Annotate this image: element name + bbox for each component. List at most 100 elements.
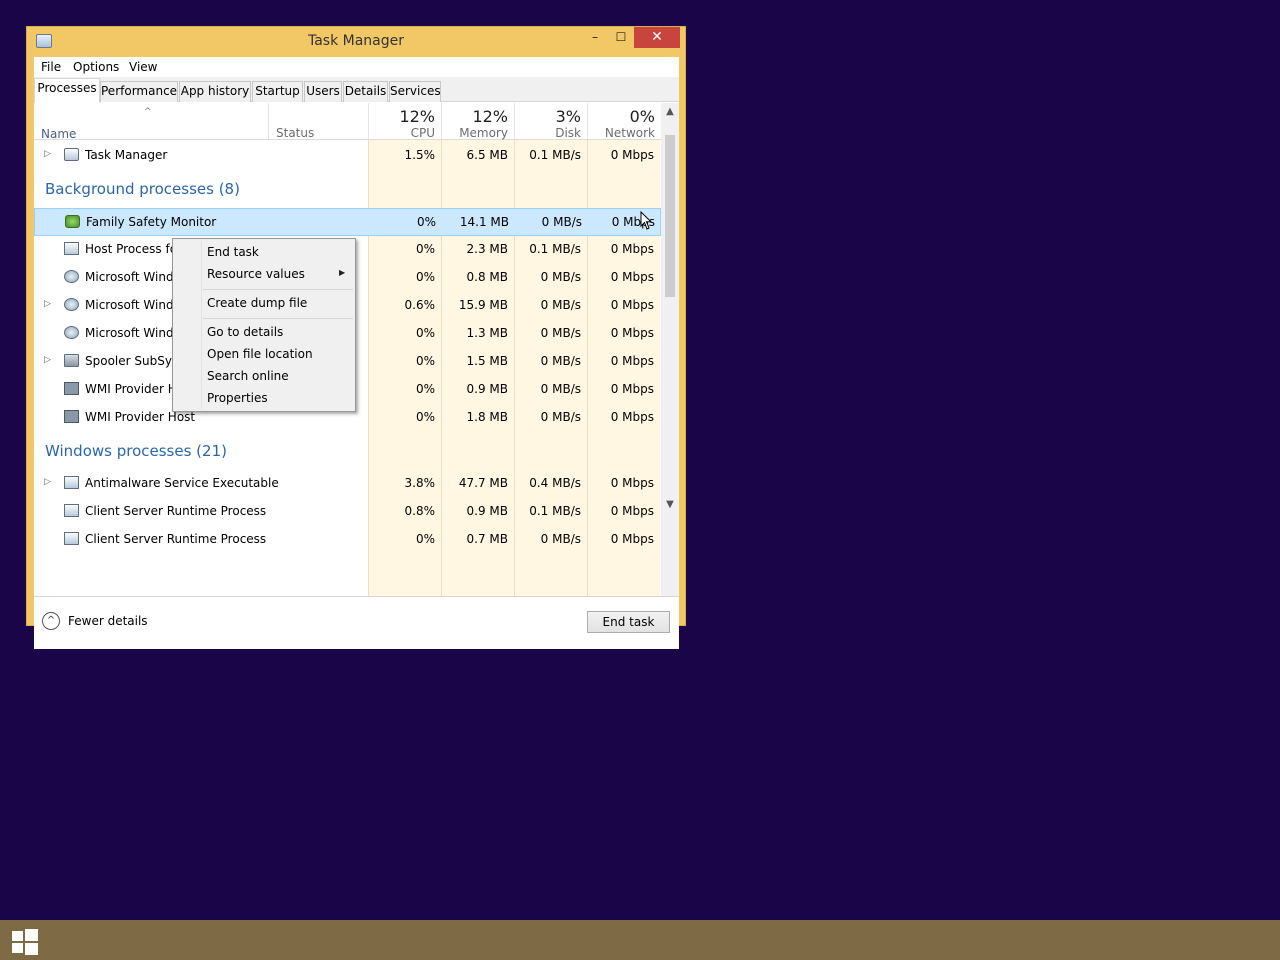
menu-properties[interactable]: Properties [207,391,268,405]
vertical-scrollbar[interactable]: ▲ ▼ [661,103,679,596]
group-background-processes[interactable]: Background processes (8) [45,180,240,198]
disk-value: 0 MB/s [541,215,582,229]
minimize-button[interactable]: – [582,27,608,48]
disk-value: 0.1 MB/s [529,504,581,518]
disk-total: 3% [555,107,581,126]
network-value: 0 Mbps [610,354,654,368]
tab-app-history[interactable]: App history [179,81,251,102]
tab-startup[interactable]: Startup [252,81,303,102]
wmi-icon [64,382,79,395]
disk-value: 0.1 MB/s [529,242,581,256]
memory-value: 14.1 MB [459,215,509,229]
memory-value: 0.7 MB [466,532,508,546]
menu-open-file-location[interactable]: Open file location [207,347,313,361]
table-row-selected[interactable]: Family Safety Monitor 0% 14.1 MB 0 MB/s … [34,208,661,236]
process-name: Host Process for [85,242,182,256]
menu-resource-values[interactable]: Resource values [207,267,305,281]
cpu-value: 0% [415,270,435,284]
memory-value: 0.9 MB [466,382,508,396]
header-memory[interactable]: 12% Memory [441,103,514,140]
network-value: 0 Mbps [610,410,654,424]
process-grid: ^ Name Status 12% CPU 12% Memory 3% Disk [34,103,679,596]
memory-value: 1.3 MB [466,326,508,340]
end-task-button[interactable]: End task [587,611,670,633]
disk-value: 0 MB/s [540,532,581,546]
header-name[interactable]: Name [41,127,76,141]
menu-separator [203,289,353,290]
header-cpu[interactable]: 12% CPU [368,103,441,140]
disk-value: 0 MB/s [540,270,581,284]
cpu-value: 0% [415,410,435,424]
cpu-value: 0% [415,326,435,340]
network-value: 0 Mbps [610,504,654,518]
taskbar [0,920,1280,960]
scroll-down-icon[interactable]: ▼ [661,496,679,514]
table-row[interactable]: Client Server Runtime Process 0.8% 0.9 M… [34,498,661,526]
scroll-up-icon[interactable]: ▲ [661,103,679,121]
disk-value: 0 MB/s [540,382,581,396]
menu-end-task[interactable]: End task [207,245,259,259]
cpu-total: 12% [399,107,435,126]
process-name: Microsoft Windo [85,326,181,340]
footer-bar: ^ Fewer details End task [34,596,679,649]
close-button[interactable]: ✕ [634,27,680,48]
tab-performance[interactable]: Performance [100,81,178,102]
disk-value: 0.1 MB/s [529,148,581,162]
table-row[interactable]: Client Server Runtime Process 0% 0.7 MB … [34,526,661,554]
menu-go-to-details[interactable]: Go to details [207,325,283,339]
memory-value: 15.9 MB [458,298,508,312]
printer-icon [64,354,79,367]
menu-bar: File Options View [34,57,679,77]
expand-arrow-icon[interactable]: ▷ [44,477,51,487]
menu-search-online[interactable]: Search online [207,369,289,383]
group-windows-processes[interactable]: Windows processes (21) [45,442,227,460]
network-label: Network [604,126,655,140]
scrollbar-thumb[interactable] [665,135,675,297]
service-icon [64,326,79,339]
process-name: Microsoft Windo [85,298,181,312]
tab-services[interactable]: Services [389,81,441,102]
column-header-row: ^ Name Status 12% CPU 12% Memory 3% Disk [34,103,661,141]
maximize-button[interactable]: ☐ [608,27,634,48]
memory-value: 2.3 MB [466,242,508,256]
disk-value: 0 MB/s [540,410,581,424]
fewer-details-link[interactable]: Fewer details [68,614,148,628]
header-network[interactable]: 0% Network [587,103,661,140]
menu-file[interactable]: File [41,60,61,74]
process-name: Task Manager [85,148,168,162]
memory-label: Memory [459,126,508,140]
table-row[interactable]: ▷ Task Manager 1.5% 6.5 MB 0.1 MB/s 0 Mb… [34,142,661,170]
app-window-icon [64,532,79,545]
menu-view[interactable]: View [129,60,157,74]
cpu-value: 3.8% [404,476,436,490]
menu-gutter [201,241,202,409]
cpu-value: 0.6% [404,298,436,312]
windows-start-icon[interactable] [12,929,38,955]
menu-options[interactable]: Options [73,60,119,74]
chevron-up-icon[interactable]: ^ [42,612,60,630]
expand-arrow-icon[interactable]: ▷ [44,355,51,365]
network-value: 0 Mbps [610,532,654,546]
memory-value: 47.7 MB [458,476,508,490]
process-name: Client Server Runtime Process [85,532,267,546]
tab-processes[interactable]: Processes [34,78,100,103]
app-window-icon [64,476,79,489]
tab-strip: Processes Performance App history Startu… [34,77,679,103]
menu-create-dump-file[interactable]: Create dump file [207,296,307,310]
cpu-value: 0% [415,354,435,368]
title-bar[interactable]: Task Manager – ☐ ✕ [27,27,685,57]
app-window-icon [64,242,79,255]
expand-arrow-icon[interactable]: ▷ [44,149,51,159]
memory-total: 12% [472,107,508,126]
cpu-value: 0% [415,242,435,256]
table-row[interactable]: ▷ Antimalware Service Executable 3.8% 47… [34,470,661,498]
process-name: Client Server Runtime Process [85,504,267,518]
header-disk[interactable]: 3% Disk [514,103,587,140]
header-status-col[interactable]: Status [268,103,368,140]
tab-users[interactable]: Users [304,81,342,102]
tab-details[interactable]: Details [343,81,388,102]
network-value: 0 Mbps [610,148,654,162]
memory-value: 1.8 MB [466,410,508,424]
process-name: WMI Provider Host [85,410,196,424]
expand-arrow-icon[interactable]: ▷ [44,299,51,309]
